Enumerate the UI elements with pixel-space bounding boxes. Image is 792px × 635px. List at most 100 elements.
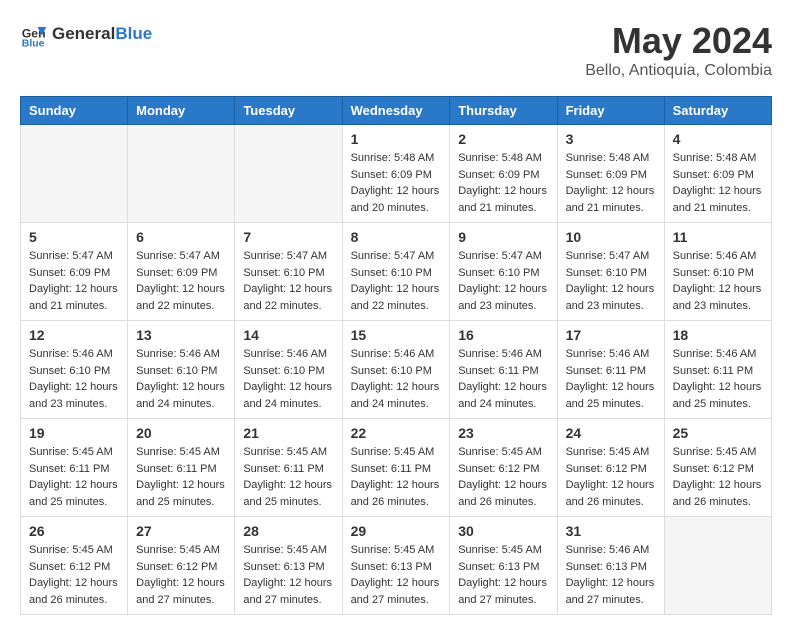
day-cell: 15Sunrise: 5:46 AMSunset: 6:10 PMDayligh… (342, 321, 450, 419)
day-cell: 20Sunrise: 5:45 AMSunset: 6:11 PMDayligh… (128, 419, 235, 517)
daylight-text: Daylight: 12 hours and 21 minutes. (566, 183, 656, 216)
sunrise-text: Sunrise: 5:45 AM (351, 444, 442, 461)
day-number: 2 (458, 131, 548, 147)
sunset-text: Sunset: 6:11 PM (458, 363, 548, 380)
day-number: 7 (243, 229, 333, 245)
day-cell (664, 517, 771, 615)
day-info: Sunrise: 5:45 AMSunset: 6:12 PMDaylight:… (29, 542, 119, 608)
weekday-header-monday: Monday (128, 97, 235, 125)
daylight-text: Daylight: 12 hours and 26 minutes. (566, 477, 656, 510)
daylight-text: Daylight: 12 hours and 25 minutes. (136, 477, 226, 510)
day-cell: 7 Sunrise: 5:47 AMSunset: 6:10 PMDaylight… (235, 223, 342, 321)
day-info: Sunrise: 5:48 AMSunset: 6:09 PMDaylight:… (566, 150, 656, 216)
sunset-text: Sunset: 6:11 PM (29, 461, 119, 478)
day-info: Sunrise: 5:45 AMSunset: 6:13 PMDaylight:… (351, 542, 442, 608)
day-number: 11 (673, 229, 763, 245)
day-number: 14 (243, 327, 333, 343)
day-cell: 19Sunrise: 5:45 AMSunset: 6:11 PMDayligh… (21, 419, 128, 517)
day-info: Sunrise: 5:45 AMSunset: 6:13 PMDaylight:… (243, 542, 333, 608)
sunrise-text: Sunrise: 5:45 AM (351, 542, 442, 559)
day-cell: 8Sunrise: 5:47 AMSunset: 6:10 PMDaylight… (342, 223, 450, 321)
daylight-text: Daylight: 12 hours and 23 minutes. (673, 281, 763, 314)
daylight-text: Daylight: 12 hours and 25 minutes. (243, 477, 333, 510)
daylight-text: Daylight: 12 hours and 26 minutes. (29, 575, 119, 608)
day-number: 6 (136, 229, 226, 245)
day-cell: 28Sunrise: 5:45 AMSunset: 6:13 PMDayligh… (235, 517, 342, 615)
sunrise-text: Sunrise: 5:47 AM (566, 248, 656, 265)
day-number: 13 (136, 327, 226, 343)
day-cell: 14 Sunrise: 5:46 AMSunset: 6:10 PMDayligh… (235, 321, 342, 419)
sunrise-text: Sunrise: 5:45 AM (29, 542, 119, 559)
day-cell: 2 Sunrise: 5:48 AMSunset: 6:09 PMDaylight… (450, 125, 557, 223)
day-number: 19 (29, 425, 119, 441)
daylight-text: Daylight: 12 hours and 27 minutes. (351, 575, 442, 608)
sunset-text: Sunset: 6:10 PM (243, 363, 333, 380)
day-cell: 5Sunrise: 5:47 AMSunset: 6:09 PMDaylight… (21, 223, 128, 321)
weekday-header-friday: Friday (557, 97, 664, 125)
day-cell: 12 Sunrise: 5:46 AMSunset: 6:10 PMDayligh… (21, 321, 128, 419)
day-cell: 29Sunrise: 5:45 AMSunset: 6:13 PMDayligh… (342, 517, 450, 615)
day-number: 4 (673, 131, 763, 147)
day-cell: 17Sunrise: 5:46 AMSunset: 6:11 PMDayligh… (557, 321, 664, 419)
sunrise-text: Sunrise: 5:45 AM (29, 444, 119, 461)
day-info: Sunrise: 5:46 AMSunset: 6:10 PMDaylight:… (136, 346, 226, 412)
day-info: Sunrise: 5:47 AMSunset: 6:09 PMDaylight:… (136, 248, 226, 314)
sunset-text: Sunset: 6:13 PM (458, 559, 548, 576)
daylight-text: Daylight: 12 hours and 22 minutes. (243, 281, 333, 314)
sunset-text: Sunset: 6:10 PM (29, 363, 119, 380)
weekday-header-saturday: Saturday (664, 97, 771, 125)
day-cell (128, 125, 235, 223)
daylight-text: Daylight: 12 hours and 24 minutes. (136, 379, 226, 412)
sunrise-text: Sunrise: 5:45 AM (243, 444, 333, 461)
day-cell: 30Sunrise: 5:45 AMSunset: 6:13 PMDayligh… (450, 517, 557, 615)
sunset-text: Sunset: 6:12 PM (673, 461, 763, 478)
day-number: 24 (566, 425, 656, 441)
sunrise-text: Sunrise: 5:48 AM (673, 150, 763, 167)
sunset-text: Sunset: 6:09 PM (458, 167, 548, 184)
sunset-text: Sunset: 6:13 PM (351, 559, 442, 576)
week-row-3: 12Sunrise: 5:46 AMSunset: 6:10 PMDayligh… (21, 321, 772, 419)
day-cell: 1Sunrise: 5:48 AMSunset: 6:09 PMDaylight… (342, 125, 450, 223)
day-info: Sunrise: 5:46 AMSunset: 6:10 PMDaylight:… (29, 346, 119, 412)
weekday-header-tuesday: Tuesday (235, 97, 342, 125)
sunset-text: Sunset: 6:09 PM (673, 167, 763, 184)
day-info: Sunrise: 5:45 AMSunset: 6:13 PMDaylight:… (458, 542, 548, 608)
sunset-text: Sunset: 6:11 PM (566, 363, 656, 380)
day-number: 5 (29, 229, 119, 245)
week-row-2: 5Sunrise: 5:47 AMSunset: 6:09 PMDaylight… (21, 223, 772, 321)
sunset-text: Sunset: 6:10 PM (458, 265, 548, 282)
weekday-header-sunday: Sunday (21, 97, 128, 125)
day-number: 10 (566, 229, 656, 245)
daylight-text: Daylight: 12 hours and 26 minutes. (458, 477, 548, 510)
sunrise-text: Sunrise: 5:45 AM (136, 444, 226, 461)
location-subtitle: Bello, Antioquia, Colombia (585, 62, 772, 80)
sunset-text: Sunset: 6:10 PM (243, 265, 333, 282)
day-cell: 25Sunrise: 5:45 AMSunset: 6:12 PMDayligh… (664, 419, 771, 517)
day-number: 25 (673, 425, 763, 441)
day-number: 12 (29, 327, 119, 343)
sunset-text: Sunset: 6:09 PM (136, 265, 226, 282)
day-cell: 13 Sunrise: 5:46 AMSunset: 6:10 PMDayligh… (128, 321, 235, 419)
day-cell: 16Sunrise: 5:46 AMSunset: 6:11 PMDayligh… (450, 321, 557, 419)
day-info: Sunrise: 5:48 AMSunset: 6:09 PMDaylight:… (458, 150, 548, 216)
sunrise-text: Sunrise: 5:46 AM (458, 346, 548, 363)
logo: Gen Blue GeneralBlue (20, 20, 152, 48)
day-info: Sunrise: 5:47 AMSunset: 6:10 PMDaylight:… (458, 248, 548, 314)
day-number: 1 (351, 131, 442, 147)
daylight-text: Daylight: 12 hours and 23 minutes. (566, 281, 656, 314)
weekday-header-row: SundayMondayTuesdayWednesdayThursdayFrid… (21, 97, 772, 125)
sunset-text: Sunset: 6:09 PM (566, 167, 656, 184)
day-info: Sunrise: 5:46 AMSunset: 6:10 PMDaylight:… (243, 346, 333, 412)
sunrise-text: Sunrise: 5:48 AM (566, 150, 656, 167)
sunrise-text: Sunrise: 5:46 AM (136, 346, 226, 363)
sunset-text: Sunset: 6:10 PM (673, 265, 763, 282)
logo-icon: Gen Blue (20, 20, 48, 48)
sunset-text: Sunset: 6:12 PM (29, 559, 119, 576)
sunrise-text: Sunrise: 5:45 AM (458, 542, 548, 559)
day-info: Sunrise: 5:47 AMSunset: 6:10 PMDaylight:… (243, 248, 333, 314)
sunrise-text: Sunrise: 5:46 AM (566, 542, 656, 559)
day-number: 31 (566, 523, 656, 539)
day-cell: 9Sunrise: 5:47 AMSunset: 6:10 PMDaylight… (450, 223, 557, 321)
day-number: 21 (243, 425, 333, 441)
day-cell: 10Sunrise: 5:47 AMSunset: 6:10 PMDayligh… (557, 223, 664, 321)
